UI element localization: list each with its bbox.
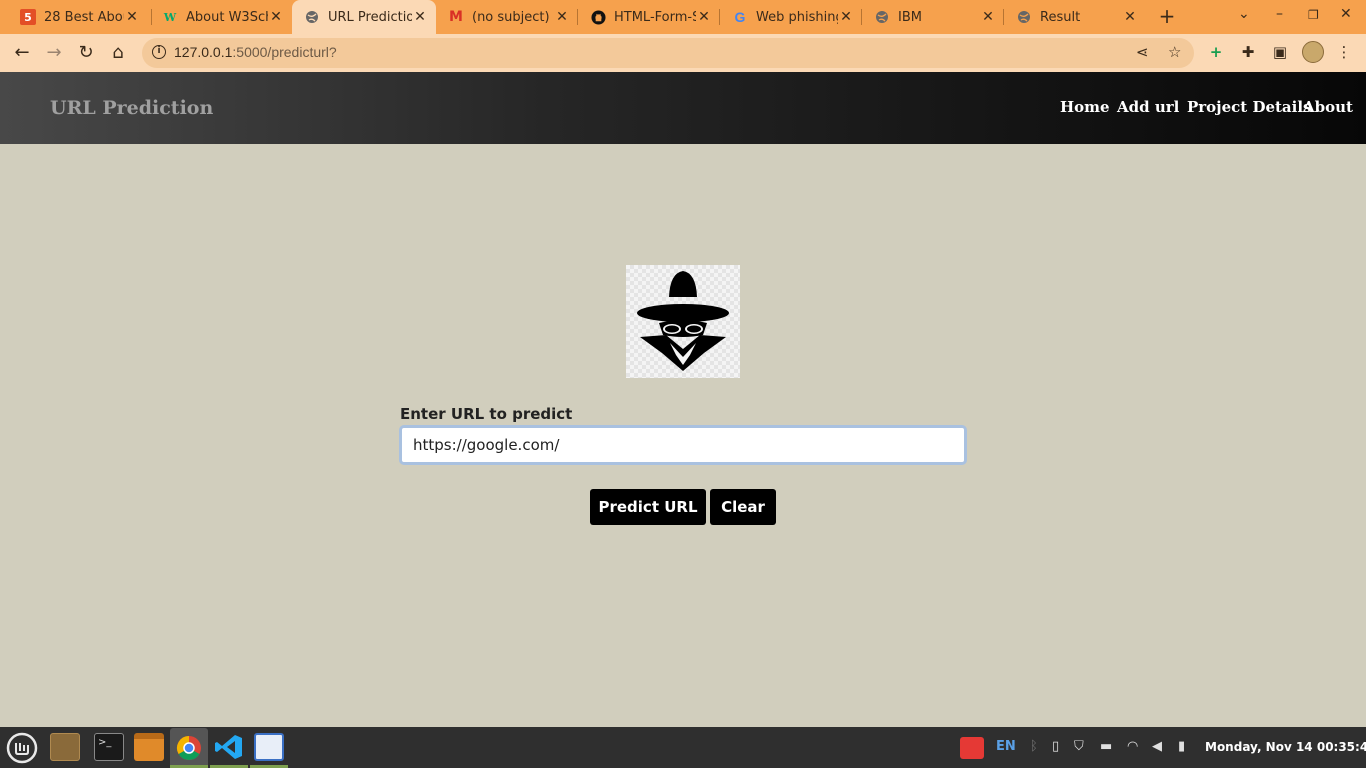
browser-tab[interactable]: Result ✕ [1004,0,1146,34]
google-icon: G [734,9,746,25]
forward-arrow-icon[interactable]: → [44,43,64,63]
nav-about[interactable]: About [1303,98,1353,116]
browser-tab[interactable]: 5 28 Best Abou ✕ [8,0,148,34]
browser-tab-active[interactable]: URL Predictio ✕ [292,0,436,34]
close-tab-icon[interactable]: ✕ [124,9,140,25]
w3-icon: W [163,10,177,24]
text-editor-icon[interactable] [254,733,284,761]
extensions-puzzle-icon[interactable]: ✚ [1238,42,1258,62]
vscode-icon[interactable] [214,733,244,761]
site-info-icon[interactable]: i [152,45,166,59]
github-icon [590,9,606,25]
spy-icon [637,271,729,371]
browser-tab[interactable]: M (no subject) - ✕ [436,0,578,34]
battery-icon[interactable]: ▮ [1178,739,1185,754]
browser-toolbar: ← → ↻ ⌂ i 127.0.0.1:5000/predicturl? ⋖ ☆ [0,34,1366,72]
mint-menu-icon[interactable] [6,732,38,764]
chrome-taskbar-active[interactable] [170,728,208,768]
nav-project-details[interactable]: Project Details [1187,98,1311,116]
os-taskbar: >_ EN ᛒ ▯ ⛉ ▬ ◠ ◀ ▮ Monday, Nov 14 00:35… [0,727,1366,768]
share-icon[interactable]: ⋖ [1136,43,1149,61]
side-panel-icon[interactable]: ▣ [1270,42,1290,62]
globe-icon [1016,9,1032,25]
shield-icon[interactable]: ⛉ [1074,739,1084,754]
close-tab-icon[interactable]: ✕ [838,9,854,25]
browser-tab[interactable]: IBM ✕ [862,0,1004,34]
address-host: 127.0.0.1 [174,44,233,60]
volume-icon[interactable]: ◀ [1152,739,1162,754]
bluetooth-icon[interactable]: ᛒ [1030,739,1038,754]
close-window-icon[interactable]: ✕ [1340,6,1352,22]
browser-tab[interactable]: HTML-Form-S ✕ [578,0,720,34]
chrome-icon [176,736,201,761]
site-header: URL Prediction Home Add url Project Deta… [0,72,1366,144]
minimize-icon[interactable]: – [1276,6,1283,22]
address-path: :5000/predicturl? [232,44,337,60]
bookmark-star-icon[interactable]: ☆ [1168,43,1181,61]
browser-tab[interactable]: G Web phishing ✕ [720,0,862,34]
address-url[interactable]: 127.0.0.1:5000/predicturl? [174,44,337,60]
url-field-label: Enter URL to predict [400,405,573,423]
extension-plus-icon[interactable]: + [1206,42,1226,62]
system-clock[interactable]: Monday, Nov 14 00:35:45 [1205,740,1366,754]
close-tab-icon[interactable]: ✕ [554,9,570,25]
home-icon[interactable]: ⌂ [108,43,128,63]
files-folder-icon[interactable] [134,733,164,761]
address-bar[interactable]: i 127.0.0.1:5000/predicturl? ⋖ ☆ [142,38,1194,68]
profile-avatar[interactable] [1302,41,1324,63]
close-tab-icon[interactable]: ✕ [696,9,712,25]
globe-icon [304,9,320,25]
browser-tab[interactable]: W About W3Sch ✕ [150,0,292,34]
close-tab-icon[interactable]: ✕ [1122,9,1138,25]
terminal-icon[interactable]: >_ [94,733,124,761]
close-tab-icon[interactable]: ✕ [268,9,284,25]
site-brand[interactable]: URL Prediction [50,97,213,119]
browser-menu-icon[interactable]: ⋮ [1334,42,1354,62]
h5-icon: 5 [20,9,36,25]
keyboard-layout[interactable]: EN [996,739,1016,754]
clipboard-icon[interactable]: ▯ [1052,739,1059,754]
anydesk-icon[interactable] [960,737,984,759]
restore-icon[interactable]: ❐ [1308,8,1319,22]
file-manager-desktop-icon[interactable] [50,733,80,761]
nav-add-url[interactable]: Add url [1117,98,1179,116]
wifi-icon[interactable]: ◠ [1127,739,1138,754]
nav-home[interactable]: Home [1060,98,1110,116]
close-tab-icon[interactable]: ✕ [412,9,428,25]
tab-search-chevron-icon[interactable]: ⌄ [1238,6,1250,22]
hacker-spy-logo [626,265,740,378]
url-input[interactable] [399,425,967,465]
close-tab-icon[interactable]: ✕ [980,9,996,25]
browser-tab-strip: 5 28 Best Abou ✕ W About W3Sch ✕ URL Pre… [0,0,1366,34]
reload-icon[interactable]: ↻ [76,43,96,63]
gmail-icon: M [449,9,463,25]
clear-button[interactable]: Clear [710,489,776,525]
globe-icon [874,9,890,25]
new-tab-button[interactable]: + [1156,5,1178,27]
back-arrow-icon[interactable]: ← [12,43,32,63]
predict-url-button[interactable]: Predict URL [590,489,706,525]
keyboard-icon[interactable]: ▬ [1100,739,1112,754]
